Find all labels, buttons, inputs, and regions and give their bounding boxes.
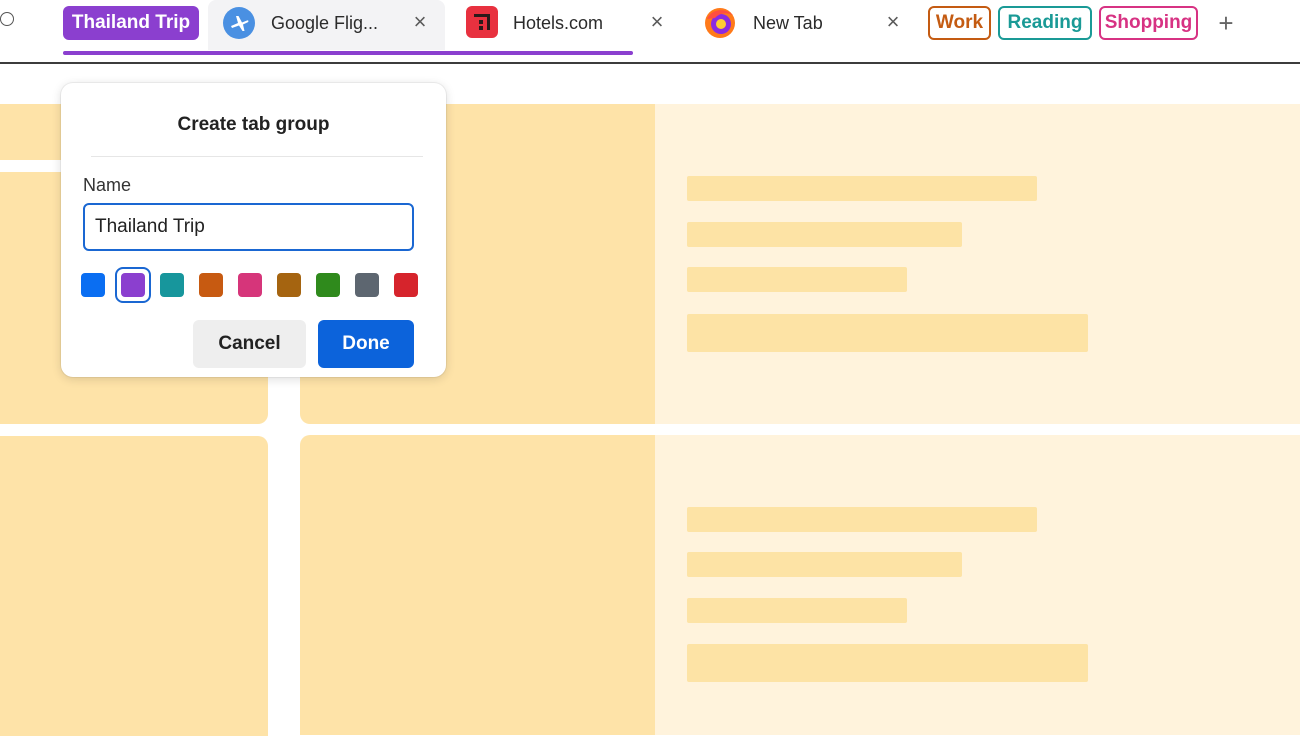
divider xyxy=(91,156,423,157)
cancel-button[interactable]: Cancel xyxy=(193,320,306,368)
tab-title: New Tab xyxy=(753,13,823,33)
color-swatch-pink[interactable] xyxy=(238,273,262,297)
placeholder-block xyxy=(0,436,268,736)
color-swatch-teal[interactable] xyxy=(160,273,184,297)
color-swatch-brown[interactable] xyxy=(277,273,301,297)
placeholder-card xyxy=(655,104,1300,424)
tab-title: Google Flig... xyxy=(271,13,379,33)
group-name-input[interactable] xyxy=(83,203,414,251)
tab-new-tab[interactable]: New Tab × xyxy=(695,0,920,48)
placeholder-line xyxy=(687,314,1088,352)
done-button[interactable]: Done xyxy=(318,320,414,368)
placeholder-block xyxy=(0,104,70,160)
placeholder-card xyxy=(655,435,1300,735)
color-swatch-green[interactable] xyxy=(316,273,340,297)
tab-group-shopping[interactable]: Shopping xyxy=(1099,6,1198,40)
placeholder-line xyxy=(687,176,1037,201)
placeholder-block xyxy=(300,435,655,735)
tab-group-thailand-trip[interactable]: Thailand Trip xyxy=(63,6,199,40)
firefox-icon xyxy=(705,8,735,38)
color-swatch-purple[interactable] xyxy=(121,273,145,297)
name-label: Name xyxy=(83,175,132,195)
tab-strip: Thailand Trip Google Flig... × Hotels.co… xyxy=(0,0,1300,64)
close-icon[interactable]: × xyxy=(645,10,669,34)
close-icon[interactable]: × xyxy=(881,10,905,34)
color-swatch-blue[interactable] xyxy=(81,273,105,297)
popover-title: Create tab group xyxy=(177,114,330,135)
new-tab-button[interactable]: + xyxy=(1213,8,1239,38)
color-swatch-red[interactable] xyxy=(394,273,418,297)
tab-hotels[interactable]: Hotels.com × xyxy=(455,0,685,48)
placeholder-line xyxy=(687,552,962,577)
tab-group-reading[interactable]: Reading xyxy=(998,6,1092,40)
close-icon[interactable]: × xyxy=(408,10,432,34)
airplane-icon xyxy=(223,7,255,39)
color-swatch-orange[interactable] xyxy=(199,273,223,297)
placeholder-line xyxy=(687,644,1088,682)
create-tab-group-popover: Create tab group Name Cancel Done xyxy=(61,83,446,377)
tab-group-underline xyxy=(63,51,633,55)
tab-title: Hotels.com xyxy=(513,13,604,33)
placeholder-line xyxy=(687,507,1037,532)
hotels-icon xyxy=(466,6,498,38)
tab-group-work[interactable]: Work xyxy=(928,6,991,40)
placeholder-line xyxy=(687,222,962,247)
placeholder-line xyxy=(687,267,907,292)
circle-icon[interactable] xyxy=(0,12,14,26)
tab-google-flights[interactable]: Google Flig... × xyxy=(208,0,445,50)
placeholder-line xyxy=(687,598,907,623)
color-swatch-gray[interactable] xyxy=(355,273,379,297)
